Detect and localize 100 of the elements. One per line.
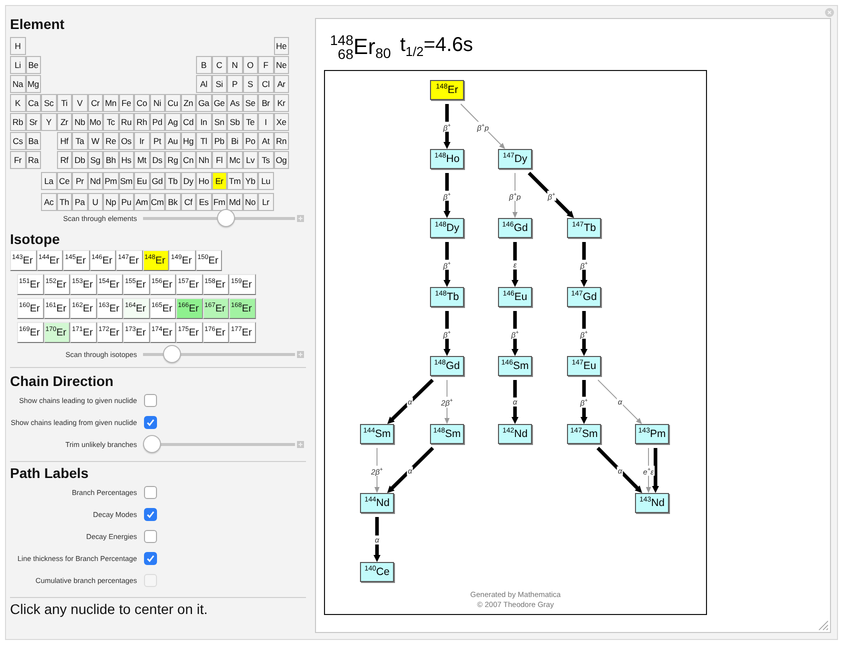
isotope-button[interactable]: $^{160}$Er [17, 298, 44, 319]
element-button[interactable]: Fr [10, 151, 26, 169]
element-button[interactable]: Ne [274, 56, 289, 74]
element-button[interactable]: Ho [196, 172, 212, 190]
checkbox[interactable] [144, 530, 157, 542]
isotope-button[interactable]: $^{167}$Er [202, 298, 229, 319]
isotope-button[interactable]: $^{147}$Er [116, 250, 142, 271]
element-button[interactable]: Pr [72, 172, 88, 190]
element-button[interactable]: Ra [26, 151, 41, 169]
element-button[interactable]: Cd [180, 113, 196, 131]
element-button[interactable]: Eu [134, 172, 150, 190]
isotope-button[interactable]: $^{151}$Er [17, 274, 44, 295]
isotope-button[interactable]: $^{157}$Er [176, 274, 202, 295]
element-button[interactable]: Db [72, 151, 88, 169]
element-button[interactable]: Tm [227, 172, 242, 190]
isotope-button[interactable]: $^{166}$Er [176, 298, 202, 319]
element-button[interactable]: F [258, 56, 274, 74]
element-button[interactable]: Cu [165, 94, 180, 112]
nuclide-node[interactable]: $^{148}$Gd [430, 356, 464, 376]
element-button[interactable]: Tc [103, 113, 118, 131]
element-button[interactable]: Sn [212, 113, 227, 131]
element-button[interactable]: Br [258, 94, 274, 112]
element-button[interactable]: Zr [56, 113, 72, 131]
isotope-button[interactable]: $^{145}$Er [63, 250, 90, 271]
element-button[interactable]: Ga [196, 94, 212, 112]
element-button[interactable]: Ca [26, 94, 41, 112]
nuclide-node[interactable]: $^{143}$Nd [635, 493, 669, 513]
element-button[interactable]: Ce [56, 172, 72, 190]
nuclide-node[interactable]: $^{147}$Gd [567, 287, 601, 307]
element-button[interactable]: Pb [212, 132, 227, 150]
element-button[interactable]: Au [165, 132, 180, 150]
checkbox[interactable] [144, 552, 157, 564]
element-button[interactable]: Fe [118, 94, 134, 112]
isotope-button[interactable]: $^{177}$Er [229, 322, 256, 343]
element-button[interactable]: Sc [41, 94, 56, 112]
element-button[interactable]: Md [227, 193, 242, 211]
element-button[interactable]: Al [196, 75, 212, 93]
element-button[interactable]: Lu [258, 172, 274, 190]
checkbox[interactable] [144, 486, 157, 498]
element-button[interactable]: Zn [180, 94, 196, 112]
element-button[interactable]: C [212, 56, 227, 74]
isotope-button[interactable]: $^{150}$Er [196, 250, 222, 271]
element-button[interactable]: K [10, 94, 26, 112]
element-button[interactable]: H [10, 37, 26, 55]
element-button[interactable]: P [227, 75, 242, 93]
element-button[interactable]: Xe [274, 113, 289, 131]
element-button[interactable]: Ge [212, 94, 227, 112]
element-button[interactable]: Gd [150, 172, 165, 190]
element-button[interactable]: Os [118, 132, 134, 150]
element-button[interactable]: Ar [274, 75, 289, 93]
element-button[interactable]: Po [242, 132, 258, 150]
plus-icon[interactable] [297, 440, 304, 448]
element-button[interactable]: Sr [26, 113, 41, 131]
isotope-button[interactable]: $^{170}$Er [44, 322, 70, 343]
element-button[interactable]: Pa [72, 193, 88, 211]
nuclide-node[interactable]: $^{148}$Dy [430, 218, 464, 238]
element-button[interactable]: Ts [258, 151, 274, 169]
nuclide-node[interactable]: $^{147}$Sm [567, 424, 601, 444]
element-button[interactable]: Mt [134, 151, 150, 169]
isotope-button[interactable]: $^{163}$Er [96, 298, 123, 319]
element-button[interactable]: Be [26, 56, 41, 74]
isotope-button[interactable]: $^{176}$Er [202, 322, 229, 343]
element-button[interactable]: Te [242, 113, 258, 131]
nuclide-node[interactable]: $^{142}$Nd [498, 424, 532, 444]
nuclide-node[interactable]: $^{144}$Sm [360, 424, 394, 444]
element-button[interactable]: Bi [227, 132, 242, 150]
element-button[interactable]: At [258, 132, 274, 150]
element-button[interactable]: Ti [56, 94, 72, 112]
element-button[interactable]: Ta [72, 132, 88, 150]
plus-icon[interactable] [297, 350, 304, 358]
element-button[interactable]: Lv [242, 151, 258, 169]
isotope-button[interactable]: $^{168}$Er [229, 298, 256, 319]
element-button[interactable]: Ru [118, 113, 134, 131]
element-button[interactable]: In [196, 113, 212, 131]
element-button[interactable]: Nd [88, 172, 103, 190]
isotope-button[interactable]: $^{155}$Er [123, 274, 150, 295]
nuclide-node[interactable]: $^{147}$Dy [498, 149, 532, 169]
element-button[interactable]: Rf [56, 151, 72, 169]
element-button[interactable]: Pm [103, 172, 118, 190]
isotope-button[interactable]: $^{172}$Er [96, 322, 123, 343]
isotope-button[interactable]: $^{152}$Er [44, 274, 70, 295]
checkbox[interactable] [144, 416, 157, 428]
element-button[interactable]: Na [10, 75, 26, 93]
element-button[interactable]: Pt [150, 132, 165, 150]
element-button[interactable]: Cl [258, 75, 274, 93]
element-button[interactable]: Hg [180, 132, 196, 150]
isotope-button[interactable]: $^{165}$Er [150, 298, 176, 319]
element-button[interactable]: Hf [56, 132, 72, 150]
element-button[interactable]: Re [103, 132, 118, 150]
nuclide-node[interactable]: $^{143}$Pm [635, 424, 669, 444]
checkbox[interactable] [144, 394, 157, 406]
nuclide-node[interactable]: $^{146}$Gd [498, 218, 532, 238]
element-button[interactable]: Rb [10, 113, 26, 131]
element-button[interactable]: Ac [41, 193, 56, 211]
element-button[interactable]: Nb [72, 113, 88, 131]
isotope-button[interactable]: $^{164}$Er [123, 298, 150, 319]
element-button[interactable]: Tb [165, 172, 180, 190]
element-button[interactable]: Sb [227, 113, 242, 131]
checkbox[interactable] [144, 508, 157, 520]
element-button[interactable]: He [274, 37, 289, 55]
